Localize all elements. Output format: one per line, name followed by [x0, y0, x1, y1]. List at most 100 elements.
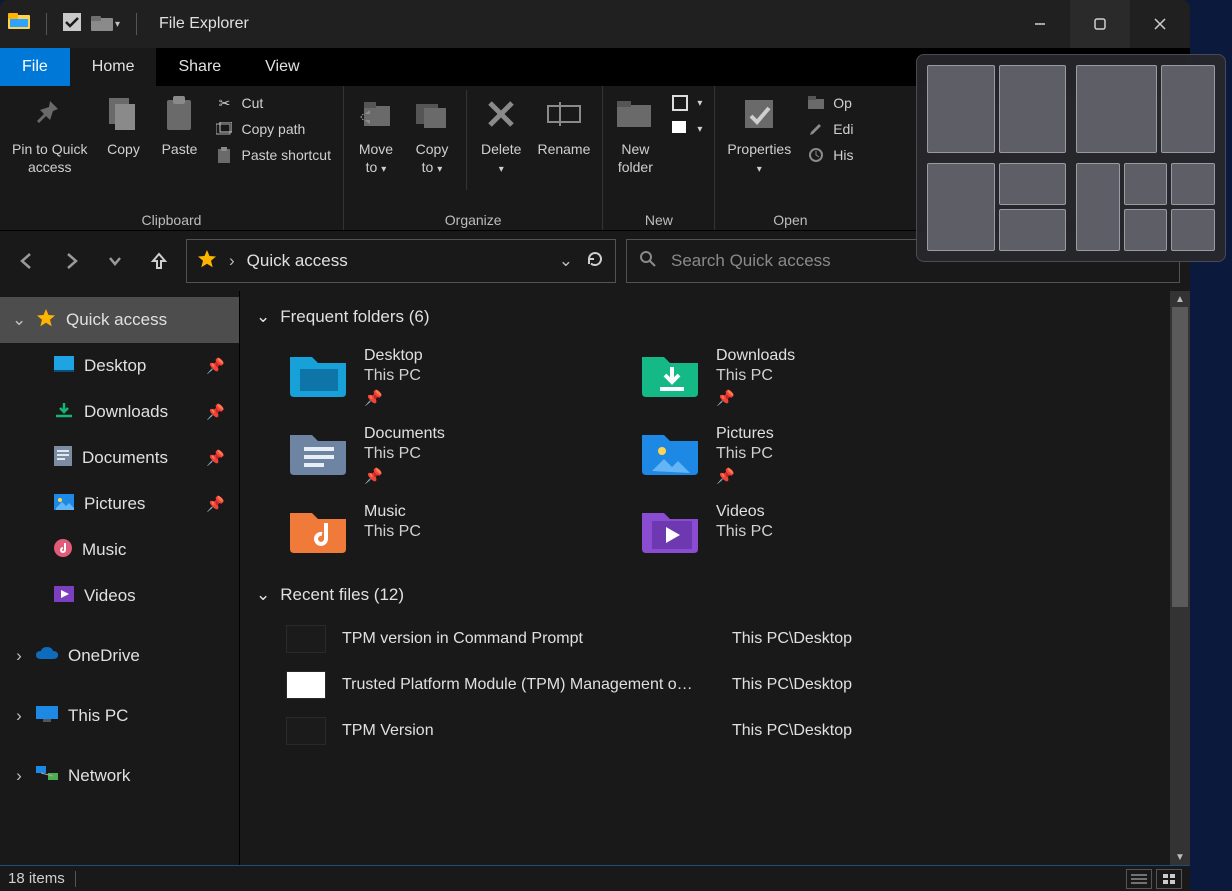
- sidebar-item-videos[interactable]: Videos: [0, 573, 239, 619]
- snap-layouts-overlay[interactable]: [916, 54, 1226, 262]
- status-bar: 18 items: [0, 865, 1190, 891]
- maximize-button[interactable]: [1070, 0, 1130, 48]
- folder-icon: [638, 503, 702, 555]
- chevron-down-icon: ⌄: [12, 310, 26, 330]
- pin-icon: 📌: [206, 357, 225, 375]
- folder-name: Videos: [716, 503, 773, 521]
- pin-icon: 📌: [206, 403, 225, 421]
- refresh-button[interactable]: [585, 249, 605, 274]
- copy-button[interactable]: Copy: [97, 90, 149, 162]
- large-icons-view-button[interactable]: [1156, 869, 1182, 889]
- close-button[interactable]: [1130, 0, 1190, 48]
- paste-shortcut-button[interactable]: Paste shortcut: [209, 142, 337, 168]
- chevron-right-icon: ›: [12, 766, 26, 786]
- snap-layout-option[interactable]: [1076, 65, 1215, 153]
- recent-file-item[interactable]: TPM Version This PC\Desktop: [286, 717, 1190, 745]
- delete-button[interactable]: Delete▾: [475, 90, 527, 183]
- recent-file-item[interactable]: Trusted Platform Module (TPM) Management…: [286, 671, 1190, 699]
- recent-locations-button[interactable]: [98, 244, 132, 278]
- window-title: File Explorer: [159, 15, 249, 33]
- sidebar-item-pictures[interactable]: Pictures 📌: [0, 481, 239, 527]
- chevron-down-icon: ▾: [757, 164, 762, 175]
- back-button[interactable]: [10, 244, 44, 278]
- copy-path-button[interactable]: Copy path: [209, 116, 337, 142]
- sidebar-item-quick-access[interactable]: ⌄ Quick access: [0, 297, 239, 343]
- pin-to-quick-access-button[interactable]: Pin to Quick access: [6, 90, 93, 180]
- sidebar-item-documents[interactable]: Documents 📌: [0, 435, 239, 481]
- scroll-up-icon[interactable]: ▲: [1170, 291, 1190, 307]
- chevron-right-icon[interactable]: ›: [229, 251, 235, 271]
- section-frequent-folders[interactable]: ⌄ Frequent folders (6): [250, 301, 1190, 333]
- sidebar-item-downloads[interactable]: Downloads 📌: [0, 389, 239, 435]
- folder-icon: [286, 347, 350, 399]
- folder-name: Documents: [364, 425, 445, 443]
- star-icon: [197, 249, 217, 274]
- address-bar[interactable]: › Quick access ⌄: [186, 239, 616, 283]
- folder-item[interactable]: Documents This PC 📌: [286, 425, 626, 485]
- chevron-right-icon: ›: [12, 706, 26, 726]
- folder-location: This PC: [716, 523, 773, 541]
- folder-item[interactable]: Music This PC: [286, 503, 626, 555]
- sidebar-item-network[interactable]: › Network: [0, 753, 239, 799]
- file-name: TPM version in Command Prompt: [342, 630, 732, 648]
- chevron-down-icon: ▾: [381, 164, 386, 175]
- tab-view[interactable]: View: [243, 48, 321, 86]
- folder-location: This PC: [364, 445, 445, 463]
- cut-button[interactable]: ✂Cut: [209, 90, 337, 116]
- copy-path-icon: [215, 120, 233, 138]
- new-folder-icon: [615, 94, 655, 134]
- folder-location: This PC: [716, 367, 795, 385]
- folder-dropdown-icon[interactable]: ▾: [91, 16, 120, 32]
- history-icon: [807, 146, 825, 164]
- up-button[interactable]: [142, 244, 176, 278]
- open-button[interactable]: Op: [801, 90, 859, 116]
- tab-home[interactable]: Home: [70, 48, 157, 86]
- recent-file-item[interactable]: TPM version in Command Prompt This PC\De…: [286, 625, 1190, 653]
- rename-icon: [544, 94, 584, 134]
- pin-icon: 📌: [716, 389, 795, 407]
- details-view-button[interactable]: [1126, 869, 1152, 889]
- copy-to-icon: [412, 94, 452, 134]
- scroll-down-icon[interactable]: ▼: [1170, 849, 1190, 865]
- properties-button[interactable]: Properties▾: [721, 90, 797, 183]
- sidebar-item-this-pc[interactable]: › This PC: [0, 693, 239, 739]
- folder-name: Pictures: [716, 425, 774, 443]
- folder-name: Music: [364, 503, 421, 521]
- folder-item[interactable]: Downloads This PC 📌: [638, 347, 978, 407]
- paste-button[interactable]: Paste: [153, 90, 205, 162]
- snap-layout-option[interactable]: [927, 65, 1066, 153]
- folder-name: Desktop: [364, 347, 423, 365]
- move-to-icon: [356, 94, 396, 134]
- folder-name: Downloads: [716, 347, 795, 365]
- copy-to-button[interactable]: Copy to ▾: [406, 90, 458, 183]
- sidebar-item-onedrive[interactable]: › OneDrive: [0, 633, 239, 679]
- group-label-organize: Organize: [445, 212, 502, 228]
- tab-share[interactable]: Share: [156, 48, 243, 86]
- file-path: This PC\Desktop: [732, 722, 1190, 740]
- scrollbar[interactable]: ▲ ▼: [1170, 291, 1190, 865]
- scrollbar-thumb[interactable]: [1172, 307, 1188, 607]
- new-item-dropdown[interactable]: ▾ ▾: [665, 90, 708, 142]
- move-to-button[interactable]: Move to ▾: [350, 90, 402, 183]
- snap-layout-option[interactable]: [927, 163, 1066, 251]
- edit-button[interactable]: Edi: [801, 116, 859, 142]
- minimize-button[interactable]: [1010, 0, 1070, 48]
- tab-file[interactable]: File: [0, 48, 70, 86]
- new-folder-button[interactable]: New folder: [609, 90, 661, 180]
- checkbox-icon[interactable]: [63, 13, 81, 36]
- folder-item[interactable]: Pictures This PC 📌: [638, 425, 978, 485]
- history-button[interactable]: His: [801, 142, 859, 168]
- section-recent-files[interactable]: ⌄ Recent files (12): [250, 579, 1190, 611]
- rename-button[interactable]: Rename: [531, 90, 596, 162]
- chevron-down-icon[interactable]: ⌄: [559, 251, 573, 271]
- forward-button[interactable]: [54, 244, 88, 278]
- sidebar-item-music[interactable]: Music: [0, 527, 239, 573]
- snap-layout-option[interactable]: [1076, 163, 1215, 251]
- easy-access-icon: [671, 120, 689, 138]
- breadcrumb-item[interactable]: Quick access: [247, 251, 348, 271]
- folder-item[interactable]: Desktop This PC 📌: [286, 347, 626, 407]
- folder-item[interactable]: Videos This PC: [638, 503, 978, 555]
- sidebar-item-desktop[interactable]: Desktop 📌: [0, 343, 239, 389]
- pin-icon: 📌: [206, 495, 225, 513]
- search-icon: [639, 250, 657, 273]
